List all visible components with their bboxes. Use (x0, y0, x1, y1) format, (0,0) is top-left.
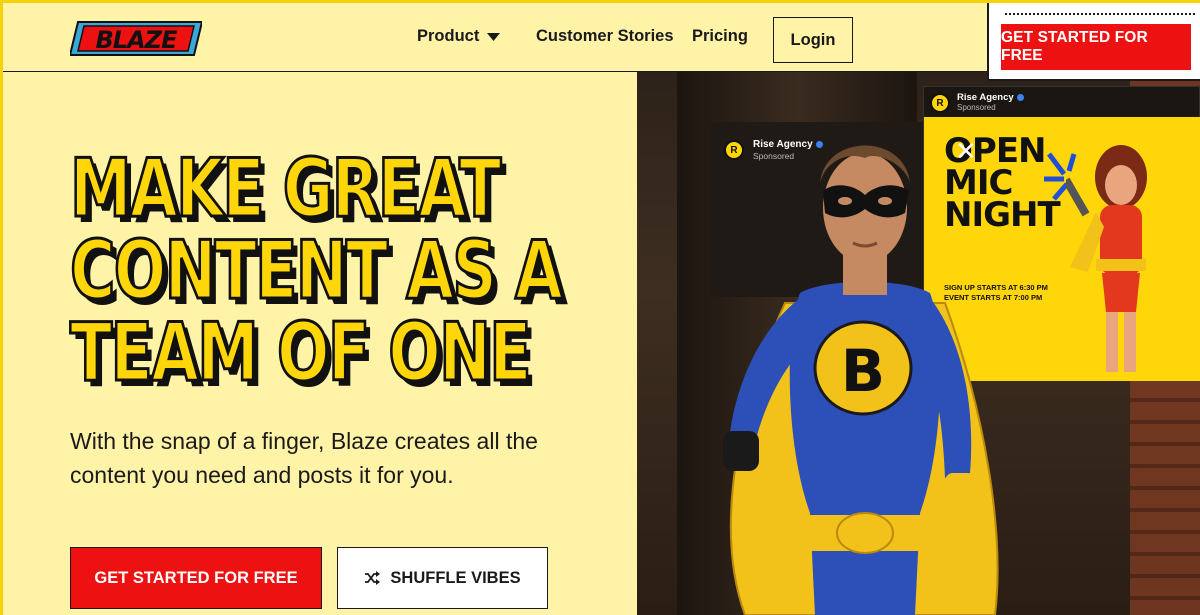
superhero-illustration: B (723, 145, 999, 615)
login-button[interactable]: Login (773, 17, 853, 63)
nav-product[interactable]: Product (417, 0, 501, 72)
nav-customer-stories-label: Customer Stories (536, 26, 674, 45)
chevron-down-icon (487, 33, 501, 41)
avatar: R (930, 93, 950, 113)
blaze-logo[interactable]: BLAZE (68, 20, 204, 57)
headline-line-2: CONTENT AS A (69, 224, 564, 317)
nav-pricing-label: Pricing (692, 26, 748, 45)
nav-product-label: Product (417, 26, 480, 45)
dotted-divider (1005, 13, 1195, 15)
nav-customer-stories[interactable]: Customer Stories (536, 0, 674, 72)
shuffle-vibes-button[interactable]: SHUFFLE VIBES (337, 547, 548, 609)
get-started-button[interactable]: GET STARTED FOR FREE (70, 547, 322, 609)
verified-icon (1016, 93, 1024, 101)
get-started-header-button[interactable]: GET STARTED FOR FREE (1001, 24, 1191, 70)
header-cta-panel: GET STARTED FOR FREE (987, 0, 1200, 81)
hero-subheading: With the snap of a finger, Blaze creates… (70, 428, 538, 488)
shuffle-vibes-label: SHUFFLE VIBES (390, 568, 521, 587)
hero-headline: MAKE GREAT CONTENT AS A TEAM OF ONE (69, 142, 770, 399)
ad-sponsored-label: Sponsored (957, 103, 996, 112)
headline-line-3: TEAM OF ONE (69, 306, 533, 399)
logo-text: BLAZE (96, 26, 179, 54)
shuffle-icon (365, 571, 381, 585)
headline-line-1: MAKE GREAT (69, 142, 503, 235)
chest-letter: B (841, 337, 885, 405)
superheroine-illustration (1066, 145, 1147, 372)
ad-account-name: Rise Agency (957, 92, 1024, 103)
nav-pricing[interactable]: Pricing (692, 0, 748, 72)
